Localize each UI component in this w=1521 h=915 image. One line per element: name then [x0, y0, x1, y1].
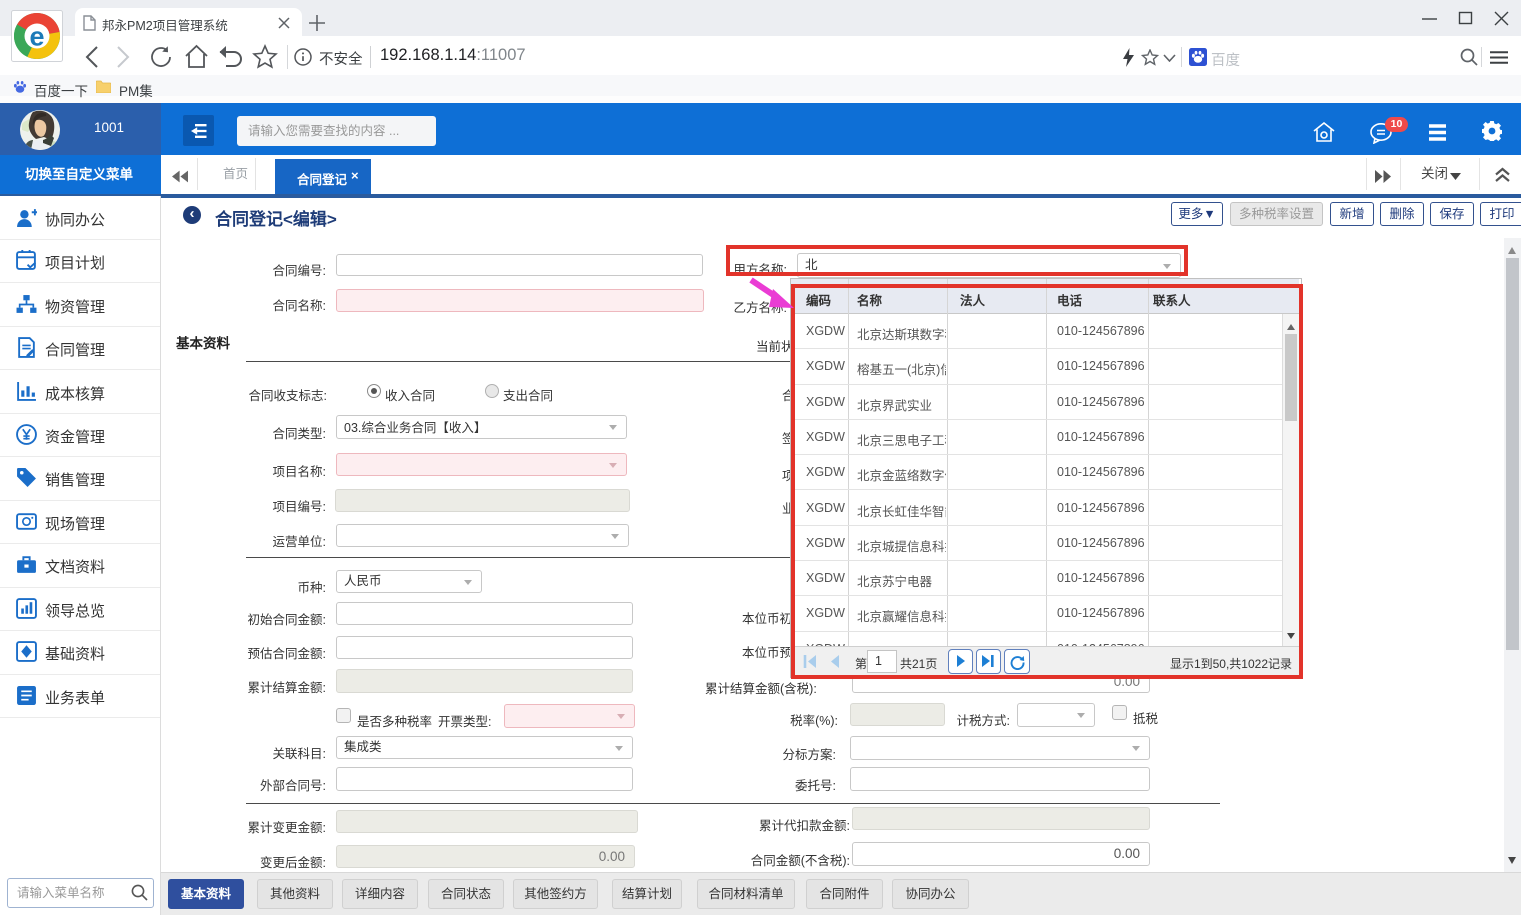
svg-text:e: e — [29, 22, 44, 52]
